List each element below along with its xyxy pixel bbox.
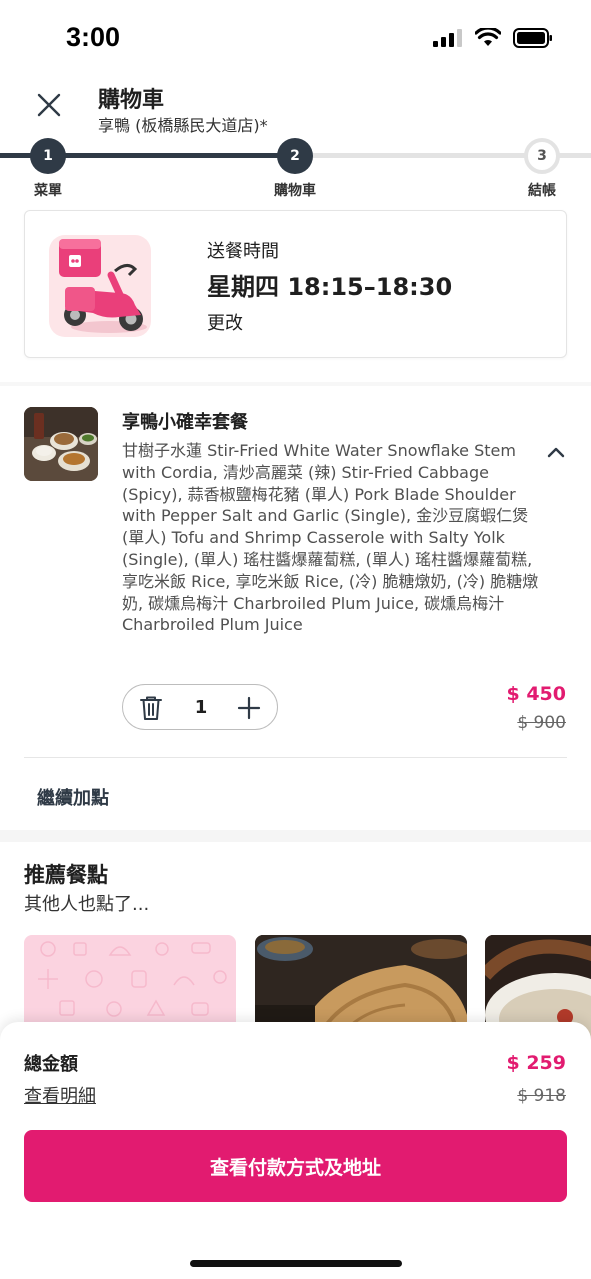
checkout-button[interactable]: 查看付款方式及地址	[24, 1130, 567, 1202]
recommendations-title: 推薦餐點	[24, 863, 108, 887]
item-divider	[24, 757, 567, 758]
total-label: 總金額	[24, 1054, 78, 1075]
step-2-number: 2	[290, 148, 300, 164]
scooter-icon	[49, 235, 151, 337]
total-price: $ 259	[506, 1052, 567, 1074]
delivery-label: 送餐時間	[207, 241, 279, 262]
view-details-link[interactable]: 查看明細	[24, 1082, 96, 1108]
step-3-number: 3	[537, 148, 547, 164]
step-2: 2	[277, 138, 313, 174]
status-time: 3:00	[66, 22, 121, 52]
item-thumbnail	[24, 407, 98, 481]
header: 購物車 享鴨 (板橋縣民大道店)*	[0, 78, 591, 140]
step-1[interactable]: 1	[30, 138, 66, 174]
status-bar: 3:00	[0, 0, 591, 78]
recommendations-subtitle: 其他人也點了...	[24, 894, 150, 915]
step-3-label: 結帳	[528, 183, 556, 199]
section-divider-2	[0, 830, 591, 842]
increase-button[interactable]	[237, 696, 261, 720]
quantity-stepper: 1	[122, 684, 278, 730]
delivery-time-card: 送餐時間 星期四 18:15–18:30 更改	[24, 210, 567, 358]
step-2-label: 購物車	[274, 183, 316, 199]
close-icon	[37, 93, 61, 117]
add-more-link[interactable]: 繼續加點	[37, 784, 109, 810]
collapse-button[interactable]	[546, 444, 566, 458]
order-summary-sheet: 總金額 查看明細 $ 259 $ 918 查看付款方式及地址	[0, 1022, 591, 1279]
item-original-price: $ 900	[517, 713, 566, 733]
change-delivery-link[interactable]: 更改	[207, 309, 243, 335]
item-description: 甘樹子水蓮 Stir-Fried White Water Snowflake S…	[122, 441, 539, 635]
page-title: 購物車	[98, 88, 165, 113]
chevron-up-icon	[547, 447, 565, 458]
step-3: 3	[524, 138, 560, 174]
item-title: 享鴨小確幸套餐	[122, 412, 248, 433]
close-button[interactable]	[34, 90, 64, 120]
signal-icon	[433, 29, 462, 47]
quantity-value: 1	[194, 697, 208, 718]
checkout-stepper: 1 2 3 菜單 購物車 結帳	[0, 138, 591, 202]
restaurant-name: 享鴨 (板橋縣民大道店)*	[98, 116, 268, 135]
total-original-price: $ 918	[517, 1086, 566, 1106]
plus-icon	[237, 696, 261, 720]
delete-button[interactable]	[139, 695, 163, 721]
item-price: $ 450	[506, 683, 567, 705]
trash-icon	[140, 696, 162, 720]
home-indicator[interactable]	[190, 1260, 402, 1267]
step-1-label[interactable]: 菜單	[34, 180, 62, 200]
battery-icon	[513, 28, 552, 48]
delivery-time: 星期四 18:15–18:30	[207, 273, 453, 301]
wifi-icon	[475, 28, 501, 46]
step-1-number: 1	[43, 148, 53, 164]
section-divider	[0, 382, 591, 386]
status-icons	[433, 28, 553, 48]
